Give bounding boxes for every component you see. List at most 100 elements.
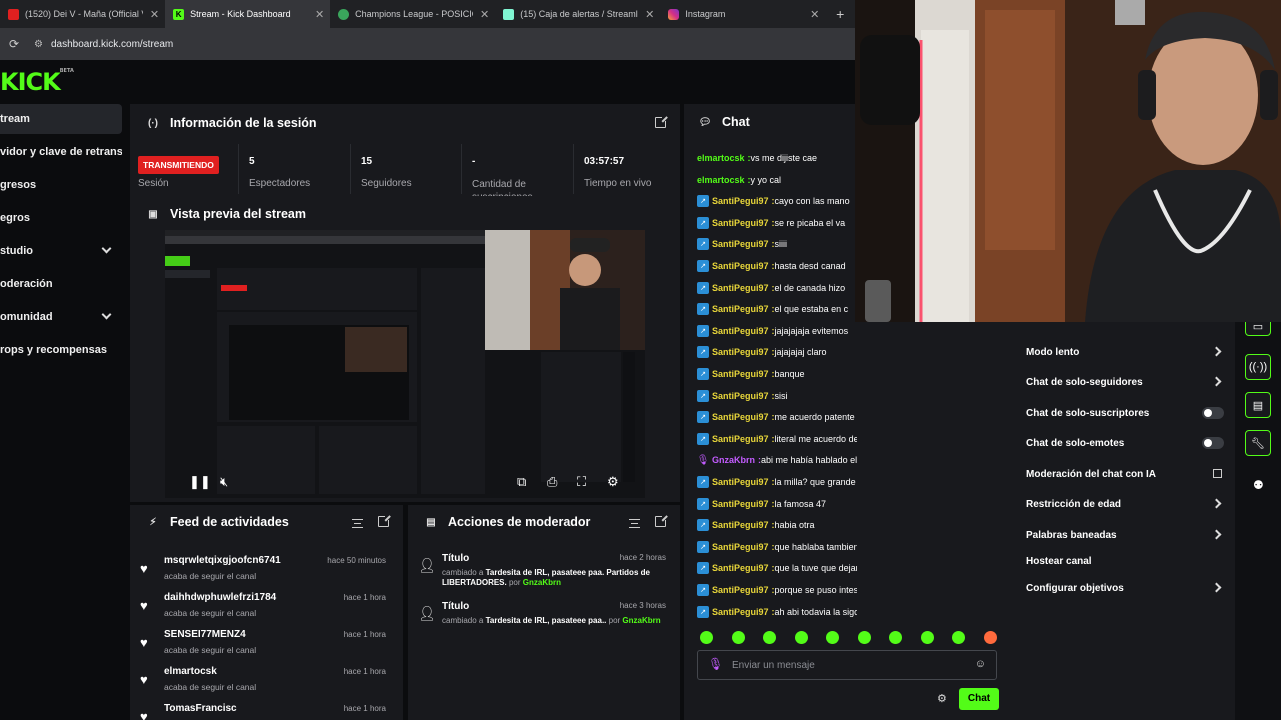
divider	[238, 144, 239, 194]
chat-send-button[interactable]: Chat	[959, 688, 999, 710]
live-badge: TRANSMITIENDO	[138, 156, 219, 174]
chat-username[interactable]: SantiPegui97	[712, 607, 769, 617]
emote-icon[interactable]	[731, 631, 745, 644]
subscriber-badge-icon: ↗	[697, 497, 709, 510]
chat-username[interactable]: SantiPegui97	[712, 477, 769, 487]
sidebar-item-community[interactable]: omunidad	[0, 302, 122, 332]
microphone-icon[interactable]: 🎙︎	[708, 657, 723, 671]
chat-username[interactable]: GnzaKbrn	[712, 455, 755, 465]
sidebar-item-moderation[interactable]: oderación	[0, 269, 122, 299]
emote-icon[interactable]	[983, 631, 997, 644]
broadcast-icon[interactable]: ((·))	[1245, 354, 1271, 380]
chat-username[interactable]: SantiPegui97	[712, 326, 769, 336]
sidebar-item-payments[interactable]: egros	[0, 203, 122, 233]
new-tab-button[interactable]: +	[825, 0, 855, 28]
chat-message: ↗ SantiPegui97: me acuerdo patente	[697, 408, 857, 426]
close-tab-icon[interactable]: ✕	[645, 8, 654, 21]
emote-icon[interactable]	[920, 631, 934, 644]
chat-input[interactable]: 🎙︎ Enviar un mensaje ☺	[697, 650, 997, 680]
chat-message: ↗ SantiPegui97: la milla? que grande	[697, 473, 857, 491]
emote-icon[interactable]	[700, 631, 713, 644]
sidebar: tream vidor y clave de retransm gresos e…	[0, 102, 122, 720]
menu-item-host-channel[interactable]: Hostear canal	[1026, 551, 1226, 571]
browser-tab[interactable]: (1520) Dei V - Maña (Official V ✕	[0, 0, 165, 28]
chat-username[interactable]: SantiPegui97	[712, 347, 769, 357]
pip-icon[interactable]: ⧉	[517, 474, 526, 490]
chat-settings-gear-icon[interactable]: ⚙	[937, 692, 947, 705]
stat-viewers: 5 Espectadores	[249, 156, 311, 189]
emote-icon[interactable]	[826, 631, 839, 644]
chat-username[interactable]: SantiPegui97	[712, 412, 769, 422]
users-icon[interactable]: ⚉	[1253, 478, 1264, 492]
menu-item-followers-only[interactable]: Chat de solo-seguidores	[1026, 372, 1226, 392]
browser-tab-active[interactable]: K Stream - Kick Dashboard ✕	[165, 0, 331, 28]
close-tab-icon[interactable]: ✕	[810, 8, 819, 21]
site-info-icon[interactable]: ⚙	[34, 39, 43, 50]
open-external-icon[interactable]	[655, 514, 668, 527]
chat-username[interactable]: SantiPegui97	[712, 499, 769, 509]
sidebar-item-drops[interactable]: rops y recompensas	[0, 335, 122, 365]
menu-item-age-restriction[interactable]: Restricción de edad	[1026, 494, 1226, 514]
chat-text: cayo con las mano	[774, 196, 850, 207]
chat-message: ↗ SantiPegui97: habia otra	[697, 516, 857, 534]
chat-username[interactable]: elmartocsk	[697, 175, 745, 185]
stream-video[interactable]: ❚❚ 🔇︎ ⧉ ⎙ ⛶ ⚙	[165, 230, 645, 498]
browser-tab[interactable]: (15) Caja de alertas / Streamlab ✕	[495, 0, 660, 28]
sidebar-item-stream[interactable]: tream	[0, 104, 122, 134]
sidebar-item-income[interactable]: gresos	[0, 170, 122, 200]
gear-icon[interactable]: ⚙	[607, 474, 619, 490]
close-tab-icon[interactable]: ✕	[150, 8, 159, 21]
mod-actions-panel: ▤ Acciones de moderador 👤︎ Título hace 2…	[408, 505, 680, 720]
clip-icon[interactable]: ⎙	[547, 474, 557, 490]
broadcast-icon: (·)	[148, 117, 158, 129]
chat-username[interactable]: SantiPegui97	[712, 391, 769, 401]
card-icon[interactable]: ▤	[1245, 392, 1271, 418]
chat-username[interactable]: SantiPegui97	[712, 283, 769, 293]
chevron-right-icon	[1211, 346, 1222, 357]
filter-icon[interactable]	[352, 519, 363, 528]
chat-text: y yo cal	[750, 174, 782, 185]
wrench-icon[interactable]: 🔧︎	[1245, 430, 1271, 456]
close-tab-icon[interactable]: ✕	[480, 8, 489, 21]
browser-tab[interactable]: Champions League - POSICION ✕	[330, 0, 495, 28]
chat-username[interactable]: SantiPegui97	[712, 304, 769, 314]
emoji-icon[interactable]: ☺	[975, 658, 986, 670]
open-external-icon[interactable]	[378, 514, 391, 527]
close-tab-icon[interactable]: ✕	[315, 8, 324, 21]
reload-icon[interactable]: ⟳	[0, 37, 28, 51]
menu-item-subscribers-only[interactable]: Chat de solo-suscriptores	[1026, 403, 1226, 423]
toggle-switch[interactable]	[1202, 437, 1224, 449]
chat-username[interactable]: SantiPegui97	[712, 585, 769, 595]
chat-username[interactable]: SantiPegui97	[712, 369, 769, 379]
mute-icon[interactable]: 🔇︎	[220, 474, 228, 490]
chat-username[interactable]: SantiPegui97	[712, 520, 769, 530]
fullscreen-icon[interactable]: ⛶	[577, 474, 586, 490]
emote-icon[interactable]	[857, 631, 871, 644]
chat-username[interactable]: SantiPegui97	[712, 196, 769, 206]
chat-username[interactable]: SantiPegui97	[712, 542, 769, 552]
toggle-switch[interactable]	[1202, 407, 1224, 419]
chat-username[interactable]: SantiPegui97	[712, 239, 769, 249]
menu-item-emotes-only[interactable]: Chat de solo-emotes	[1026, 433, 1226, 453]
chat-username[interactable]: SantiPegui97	[712, 261, 769, 271]
kick-logo[interactable]: KICKBETA	[0, 68, 74, 96]
url-field[interactable]: dashboard.kick.com/stream	[51, 39, 173, 50]
emote-icon[interactable]	[763, 631, 776, 644]
menu-item-slow-mode[interactable]: Modo lento	[1026, 342, 1226, 362]
emote-icon[interactable]	[889, 631, 902, 644]
sidebar-item-server-key[interactable]: vidor y clave de retransm	[0, 137, 122, 167]
menu-item-goals[interactable]: Configurar objetivos	[1026, 578, 1226, 598]
browser-tab[interactable]: Instagram ✕	[660, 0, 825, 28]
emote-icon[interactable]	[794, 631, 808, 644]
chat-username[interactable]: elmartocsk	[697, 153, 745, 163]
menu-item-banned-words[interactable]: Palabras baneadas	[1026, 525, 1226, 545]
pause-icon[interactable]: ❚❚	[189, 474, 211, 490]
chat-username[interactable]: SantiPegui97	[712, 218, 769, 228]
sidebar-item-studio[interactable]: studio	[0, 236, 122, 266]
emote-icon[interactable]	[952, 631, 965, 644]
open-external-icon[interactable]	[655, 115, 668, 128]
menu-item-ai-moderation[interactable]: Moderación del chat con IA	[1026, 464, 1226, 484]
chat-username[interactable]: SantiPegui97	[712, 434, 769, 444]
filter-icon[interactable]	[629, 519, 640, 528]
chat-username[interactable]: SantiPegui97	[712, 563, 769, 573]
